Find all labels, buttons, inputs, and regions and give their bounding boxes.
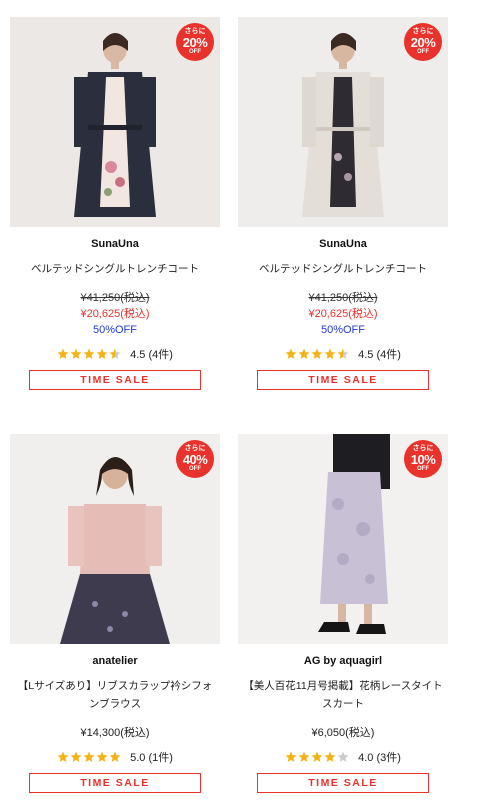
discount-rate: 50%OFF bbox=[92, 324, 137, 336]
star-icon bbox=[70, 348, 82, 359]
star-icon bbox=[70, 751, 82, 762]
brand-name[interactable]: SunaUna bbox=[238, 238, 448, 250]
rating: 5.0 (1件) bbox=[10, 749, 220, 765]
discount-rate: 50%OFF bbox=[320, 324, 365, 336]
star-icon bbox=[109, 751, 121, 762]
product-card[interactable]: さらに 40% OFF anatelier 【Lサイズあり】リブスカラップ衿シフ… bbox=[10, 434, 220, 793]
product-image[interactable]: さらに 20% OFF bbox=[238, 17, 448, 227]
product-image[interactable]: さらに 10% OFF bbox=[238, 434, 448, 644]
product-name[interactable]: 【美人百花11月号掲載】花柄レースタイトスカート bbox=[238, 677, 448, 713]
badge-percent: 40% bbox=[182, 452, 208, 467]
price: ¥6,050(税込) bbox=[311, 727, 375, 739]
rating-text: 4.5 (4件) bbox=[130, 349, 173, 361]
badge-prefix: さらに bbox=[412, 445, 434, 452]
star-icon bbox=[298, 751, 310, 762]
discount-badge: さらに 10% OFF bbox=[404, 440, 442, 478]
star-icon bbox=[311, 751, 323, 762]
star-icon bbox=[324, 348, 336, 359]
star-icon bbox=[57, 751, 69, 762]
discount-badge: さらに 20% OFF bbox=[176, 23, 214, 61]
time-sale-button[interactable]: TIME SALE bbox=[257, 370, 429, 390]
product-card[interactable]: さらに 20% OFF SunaUna ベルテッドシングルトレンチコート ¥41… bbox=[10, 17, 220, 390]
product-card[interactable]: さらに 10% OFF AG by aquagirl 【美人百花11月号掲載】花… bbox=[238, 434, 448, 793]
badge-prefix: さらに bbox=[184, 445, 206, 452]
star-icon bbox=[311, 348, 323, 359]
time-sale-button[interactable]: TIME SALE bbox=[29, 370, 201, 390]
product-image[interactable]: さらに 40% OFF bbox=[10, 434, 220, 644]
star-icon bbox=[285, 751, 297, 762]
star-icon bbox=[337, 348, 349, 359]
brand-name[interactable]: anatelier bbox=[10, 655, 220, 667]
rating: 4.0 (3件) bbox=[238, 749, 448, 765]
badge-percent: 20% bbox=[410, 35, 436, 50]
price-block: ¥6,050(税込) bbox=[238, 725, 448, 741]
time-sale-button[interactable]: TIME SALE bbox=[257, 773, 429, 793]
star-rating bbox=[285, 348, 350, 360]
star-icon bbox=[109, 348, 121, 359]
rating-text: 4.5 (4件) bbox=[358, 349, 401, 361]
product-name[interactable]: ベルテッドシングルトレンチコート bbox=[238, 260, 448, 278]
brand-name[interactable]: SunaUna bbox=[10, 238, 220, 250]
product-name[interactable]: ベルテッドシングルトレンチコート bbox=[10, 260, 220, 278]
badge-off: OFF bbox=[417, 466, 429, 472]
discount-badge: さらに 40% OFF bbox=[176, 440, 214, 478]
badge-percent: 20% bbox=[182, 35, 208, 50]
badge-prefix: さらに bbox=[412, 28, 434, 35]
product-image[interactable]: さらに 20% OFF bbox=[10, 17, 220, 227]
price: ¥14,300(税込) bbox=[80, 727, 150, 739]
price-block: ¥41,250(税込) ¥20,625(税込) 50%OFF bbox=[10, 290, 220, 338]
star-icon bbox=[83, 348, 95, 359]
star-icon bbox=[96, 348, 108, 359]
star-rating bbox=[285, 751, 350, 763]
badge-prefix: さらに bbox=[184, 28, 206, 35]
brand-name[interactable]: AG by aquagirl bbox=[238, 655, 448, 667]
star-icon bbox=[298, 348, 310, 359]
rating: 4.5 (4件) bbox=[10, 346, 220, 362]
product-card[interactable]: さらに 20% OFF SunaUna ベルテッドシングルトレンチコート ¥41… bbox=[238, 17, 448, 390]
star-icon bbox=[324, 751, 336, 762]
star-icon bbox=[337, 751, 349, 762]
badge-off: OFF bbox=[189, 466, 201, 472]
discount-badge: さらに 20% OFF bbox=[404, 23, 442, 61]
badge-off: OFF bbox=[417, 49, 429, 55]
star-rating bbox=[57, 348, 122, 360]
badge-percent: 10% bbox=[410, 452, 436, 467]
star-icon bbox=[57, 348, 69, 359]
price-block: ¥41,250(税込) ¥20,625(税込) 50%OFF bbox=[238, 290, 448, 338]
sale-price: ¥20,625(税込) bbox=[308, 308, 378, 320]
original-price: ¥41,250(税込) bbox=[80, 292, 150, 304]
star-icon bbox=[83, 751, 95, 762]
product-name[interactable]: 【Lサイズあり】リブスカラップ衿シフォンブラウス bbox=[10, 677, 220, 713]
rating-text: 5.0 (1件) bbox=[130, 752, 173, 764]
star-icon bbox=[285, 348, 297, 359]
star-icon bbox=[96, 751, 108, 762]
time-sale-button[interactable]: TIME SALE bbox=[29, 773, 201, 793]
rating: 4.5 (4件) bbox=[238, 346, 448, 362]
sale-price: ¥20,625(税込) bbox=[80, 308, 150, 320]
original-price: ¥41,250(税込) bbox=[308, 292, 378, 304]
rating-text: 4.0 (3件) bbox=[358, 752, 401, 764]
price-block: ¥14,300(税込) bbox=[10, 725, 220, 741]
badge-off: OFF bbox=[189, 49, 201, 55]
star-rating bbox=[57, 751, 122, 763]
